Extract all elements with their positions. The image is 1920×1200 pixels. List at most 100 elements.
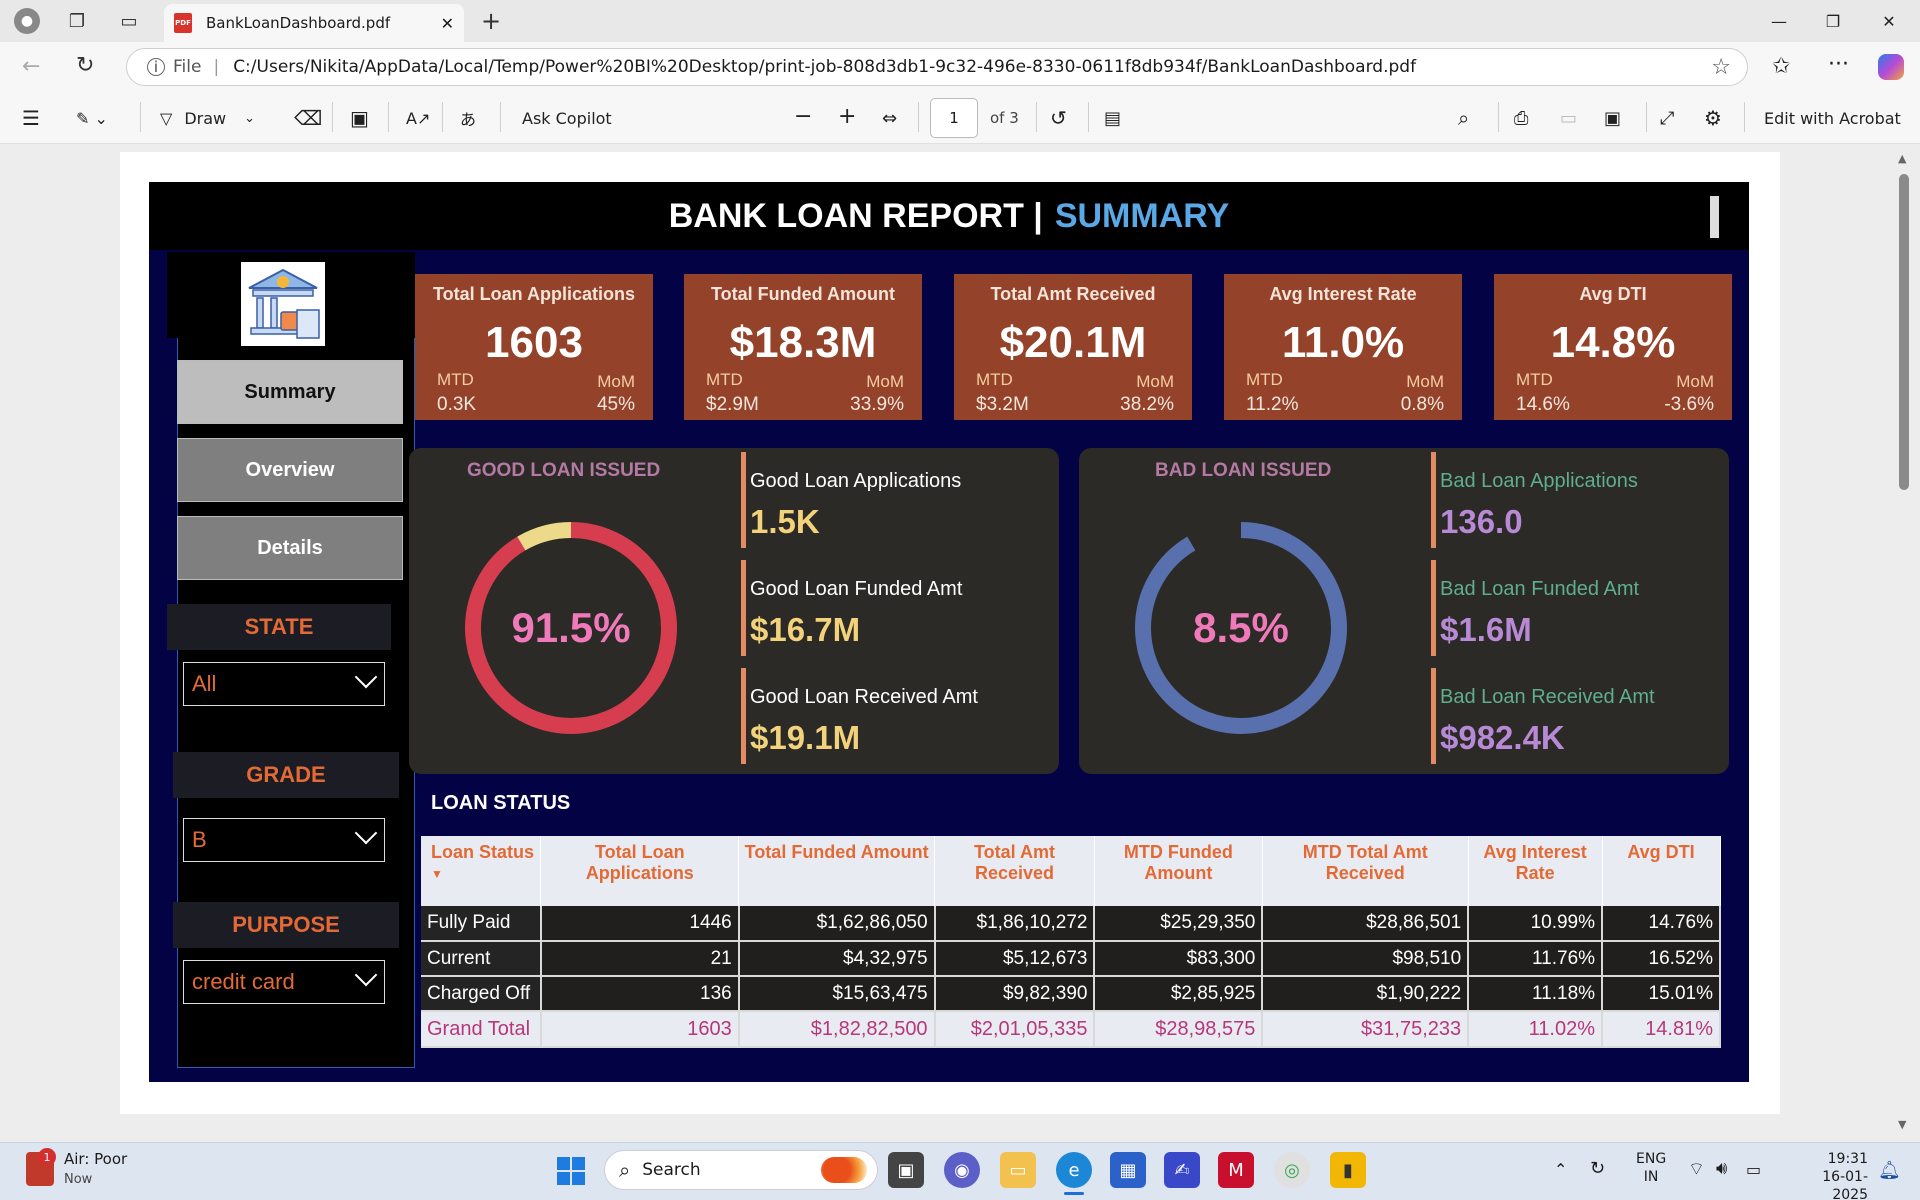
- windows-start-icon[interactable]: [556, 1156, 586, 1186]
- column-header[interactable]: Avg Interest Rate: [1468, 836, 1603, 906]
- copilot-icon[interactable]: [1878, 54, 1904, 80]
- ask-copilot-button[interactable]: Ask Copilot: [522, 102, 612, 134]
- sync-icon[interactable]: ↻: [1590, 1158, 1605, 1179]
- column-header[interactable]: MTD Funded Amount: [1094, 836, 1263, 906]
- column-header[interactable]: Loan Status ▼: [421, 836, 542, 906]
- workspaces-icon[interactable]: ❐: [64, 8, 90, 34]
- kpi-mom-value: 33.9%: [850, 394, 904, 415]
- page-number-input[interactable]: 1: [930, 98, 978, 138]
- grade-dropdown[interactable]: B: [183, 818, 385, 862]
- browser-tab[interactable]: PDF BankLoanDashboard.pdf ✕: [164, 4, 464, 42]
- store-icon[interactable]: ▦: [1110, 1152, 1146, 1188]
- nav-summary-button[interactable]: Summary: [177, 360, 403, 424]
- zoom-out-icon[interactable]: −: [794, 100, 812, 132]
- clock[interactable]: 19:31 16-01-2025: [1788, 1150, 1868, 1200]
- purpose-value: credit card: [192, 969, 295, 994]
- dashboard-title: BANK LOAN REPORT |: [668, 196, 1043, 235]
- loan-status-title: LOAN STATUS: [431, 792, 571, 814]
- site-info-icon[interactable]: i: [147, 58, 165, 76]
- mcafee-icon[interactable]: M: [1218, 1152, 1254, 1188]
- weather-title[interactable]: Air: Poor: [64, 1150, 127, 1168]
- text-box-icon[interactable]: ▣: [350, 102, 369, 134]
- minimize-icon[interactable]: —: [1756, 8, 1802, 34]
- purpose-slicer-label: PURPOSE: [173, 902, 399, 948]
- notifications-bell-icon[interactable]: 🔔︎: [1878, 1160, 1901, 1181]
- column-header[interactable]: Total Loan Applications: [540, 836, 740, 906]
- nav-details-button[interactable]: Details: [177, 516, 403, 580]
- save-icon[interactable]: ▭: [1560, 102, 1577, 134]
- kpi-value: $20.1M: [999, 318, 1147, 367]
- scroll-down-icon[interactable]: ▼: [1898, 1118, 1910, 1132]
- tab-actions-icon[interactable]: ▭: [116, 8, 142, 34]
- language-indicator[interactable]: ENG IN: [1636, 1150, 1666, 1186]
- kpi-mtd-label: MTD: [976, 370, 1013, 389]
- translate-icon[interactable]: あ: [460, 102, 476, 134]
- stat-value: $16.7M: [750, 611, 861, 648]
- taskbar-search-box[interactable]: ⌕ Search: [604, 1150, 878, 1190]
- chevron-down-icon[interactable]: ⌄: [244, 111, 255, 126]
- wifi-icon[interactable]: ⌔: [1688, 1158, 1705, 1181]
- pen-app-icon[interactable]: ✍: [1164, 1152, 1200, 1188]
- read-aloud-icon[interactable]: A↗: [406, 102, 430, 134]
- restore-icon[interactable]: ❐: [1810, 8, 1856, 34]
- table-cell: 136: [540, 976, 740, 1012]
- search-icon[interactable]: ⌕: [1458, 102, 1469, 134]
- eraser-icon[interactable]: ⌫: [294, 102, 322, 134]
- good-loan-panel: GOOD LOAN ISSUED 91.5% Good Loan Applica…: [409, 448, 1059, 774]
- close-tab-icon[interactable]: ✕: [441, 14, 454, 33]
- edit-with-acrobat-button[interactable]: Edit with Acrobat: [1764, 102, 1901, 134]
- column-header[interactable]: MTD Total Amt Received: [1262, 836, 1469, 906]
- print-icon[interactable]: ⎙: [1514, 102, 1528, 134]
- chrome-icon[interactable]: ◎: [1274, 1152, 1310, 1188]
- table-cell: $1,62,86,050: [738, 906, 936, 942]
- teams-chat-icon[interactable]: ◉: [944, 1152, 980, 1188]
- column-header[interactable]: Total Amt Received: [934, 836, 1095, 906]
- zoom-in-icon[interactable]: +: [838, 100, 856, 132]
- state-dropdown[interactable]: All: [183, 662, 385, 706]
- search-icon: ⌕: [619, 1158, 631, 1182]
- dashboard: BANK LOAN REPORT | SUMMARY Summary Overv…: [149, 182, 1749, 1082]
- draw-button[interactable]: ▽ Draw ⌄: [160, 102, 255, 134]
- battery-icon[interactable]: ▭: [1746, 1160, 1761, 1179]
- chevron-up-icon[interactable]: ⌃: [1554, 1160, 1567, 1179]
- favorites-icon[interactable]: ✩: [1772, 54, 1790, 79]
- task-view-icon[interactable]: ▣: [888, 1152, 924, 1188]
- save-as-icon[interactable]: ▣: [1604, 102, 1621, 134]
- kpi-card-dti: Avg DTI 14.8% MTD 14.6% MoM -3.6%: [1494, 274, 1732, 420]
- refresh-icon[interactable]: ↻: [76, 53, 94, 78]
- favorite-star-icon[interactable]: ☆: [1711, 55, 1731, 80]
- table-row: Current 21 $4,32,975 $5,12,673 $83,300 $…: [421, 941, 1721, 977]
- column-header[interactable]: Total Funded Amount: [738, 836, 936, 906]
- profile-icon[interactable]: ●: [14, 8, 40, 34]
- sort-desc-icon[interactable]: ▼: [431, 867, 540, 881]
- settings-gear-icon[interactable]: ⚙: [1704, 102, 1722, 134]
- column-header[interactable]: Avg DTI: [1602, 836, 1721, 906]
- address-bar[interactable]: i File | C:/Users/Nikita/AppData/Local/T…: [126, 48, 1748, 86]
- table-cell: $1,90,222: [1262, 976, 1470, 1012]
- close-window-icon[interactable]: ✕: [1866, 8, 1912, 34]
- contents-icon[interactable]: ☰: [22, 102, 40, 134]
- power-bi-icon[interactable]: ▮: [1330, 1152, 1366, 1188]
- grand-total-row: Grand Total 1603 $1,82,82,500 $2,01,05,3…: [421, 1011, 1721, 1048]
- kpi-mtd-value: $3.2M: [976, 394, 1029, 415]
- fullscreen-icon[interactable]: ⤢: [1660, 102, 1674, 134]
- volume-icon[interactable]: 🔊︎: [1716, 1158, 1727, 1179]
- more-menu-icon[interactable]: ···: [1828, 52, 1849, 77]
- kpi-title: Avg Interest Rate: [1269, 284, 1417, 304]
- toolbar-divider: [332, 102, 333, 132]
- url-text[interactable]: C:/Users/Nikita/AppData/Local/Temp/Power…: [233, 57, 1416, 77]
- back-icon[interactable]: ←: [22, 54, 40, 79]
- new-tab-icon[interactable]: +: [478, 7, 504, 35]
- good-loan-percent: 91.5%: [511, 604, 630, 651]
- file-explorer-icon[interactable]: ▭: [1000, 1152, 1036, 1188]
- nav-overview-button[interactable]: Overview: [177, 438, 403, 502]
- table-cell: 11.18%: [1468, 976, 1604, 1012]
- scrollbar-thumb[interactable]: [1899, 174, 1909, 490]
- highlight-icon[interactable]: ✎ ⌄: [76, 102, 108, 134]
- page-view-icon[interactable]: ▤: [1104, 102, 1121, 134]
- fit-width-icon[interactable]: ⇔: [882, 102, 897, 134]
- scroll-up-icon[interactable]: ▲: [1898, 152, 1910, 166]
- purpose-dropdown[interactable]: credit card: [183, 960, 385, 1004]
- edge-browser-icon[interactable]: e: [1056, 1152, 1092, 1188]
- rotate-icon[interactable]: ↺: [1050, 102, 1067, 134]
